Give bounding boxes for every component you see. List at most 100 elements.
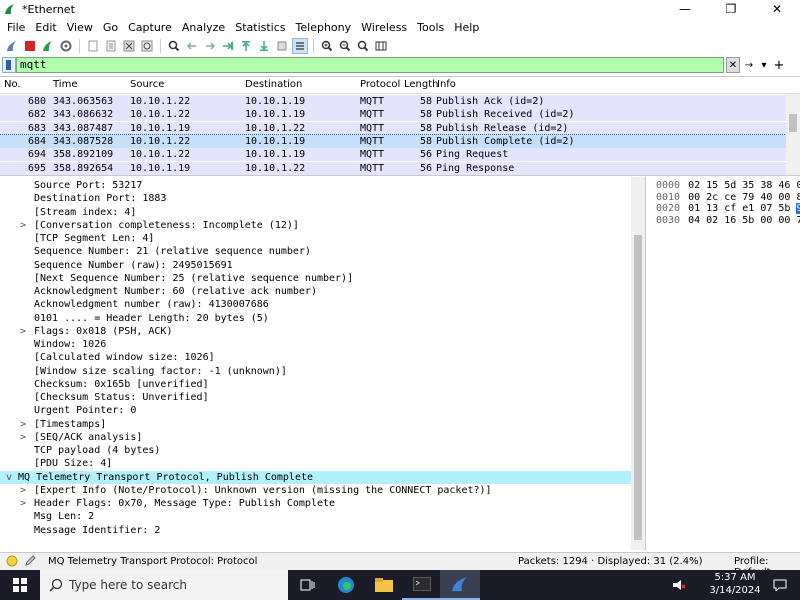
zoom-out-icon[interactable] (337, 38, 353, 54)
detail-line[interactable]: [PDU Size: 4] (0, 457, 632, 470)
arrow-right-icon[interactable]: → (742, 57, 756, 73)
menu-tools[interactable]: Tools (412, 21, 449, 34)
chevron-right-icon[interactable]: > (18, 497, 28, 510)
menu-telephony[interactable]: Telephony (291, 21, 357, 34)
network-status-icon[interactable] (668, 570, 690, 600)
detail-line[interactable]: > Header Flags: 0x70, Message Type: Publi… (0, 497, 632, 510)
packet-row[interactable]: 695 358.892654 10.10.1.19 10.10.1.22 MQTT 56 P… (0, 161, 786, 175)
detail-line[interactable]: 0101 .... = Header Length: 20 bytes (5) (0, 312, 632, 325)
column-info[interactable]: Info (437, 79, 456, 90)
packet-row[interactable]: 684 343.087528 10.10.1.22 10.10.1.19 MQTT 58 P… (0, 133, 787, 149)
add-filter-button[interactable]: + (772, 57, 786, 73)
resize-columns-icon[interactable] (373, 38, 389, 54)
wireshark-taskbar-icon[interactable] (440, 570, 480, 600)
find-packet-icon[interactable] (166, 38, 182, 54)
taskbar-clock[interactable]: 5:37 AM 3/14/2024 (706, 571, 764, 597)
detail-line[interactable]: [TCP Segment Len: 4] (0, 232, 632, 245)
detail-line[interactable]: > [SEQ/ACK analysis] (0, 431, 632, 444)
detail-line[interactable]: [Checksum Status: Unverified] (0, 391, 632, 404)
packet-row[interactable]: 680 343.063563 10.10.1.22 10.10.1.19 MQTT 58 P… (0, 95, 786, 108)
column-destination[interactable]: Destination (245, 79, 302, 90)
details-scrollbar[interactable] (631, 177, 645, 550)
restart-capture-icon[interactable] (40, 38, 56, 54)
autoscroll-icon[interactable] (274, 38, 290, 54)
column-length[interactable]: Length (404, 79, 439, 90)
menu-capture[interactable]: Capture (123, 21, 177, 34)
detail-line[interactable]: Sequence Number (raw): 2495015691 (0, 259, 632, 272)
minimize-button[interactable]: — (662, 0, 708, 18)
menu-analyze[interactable]: Analyze (177, 21, 230, 34)
close-button[interactable]: ✕ (754, 0, 800, 18)
close-file-icon[interactable] (121, 38, 137, 54)
go-back-icon[interactable] (184, 38, 200, 54)
capture-options-icon[interactable] (58, 38, 74, 54)
menu-statistics[interactable]: Statistics (230, 21, 290, 34)
detail-line[interactable]: [Calculated window size: 1026] (0, 351, 632, 364)
taskbar-search-box[interactable]: Type here to search (40, 570, 288, 600)
chevron-right-icon[interactable]: > (18, 219, 28, 232)
detail-line[interactable]: Urgent Pointer: 0 (0, 404, 632, 417)
detail-line[interactable]: > [Timestamps] (0, 418, 632, 431)
column-no[interactable]: No. (4, 79, 21, 90)
detail-line[interactable]: [Next Sequence Number: 25 (relative sequ… (0, 272, 632, 285)
capture-comment-icon[interactable] (24, 555, 36, 570)
column-protocol[interactable]: Protocol (360, 79, 400, 90)
column-source[interactable]: Source (130, 79, 164, 90)
chevron-down-icon[interactable]: v (4, 471, 14, 484)
detail-line[interactable]: Acknowledgment Number: 60 (relative ack … (0, 285, 632, 298)
detail-line[interactable]: Source Port: 53217 (0, 179, 632, 192)
packet-list-scrollbar[interactable] (786, 94, 800, 175)
start-capture-icon[interactable] (4, 38, 20, 54)
chevron-right-icon[interactable]: > (18, 484, 28, 497)
detail-line[interactable]: Msg Len: 2 (0, 510, 632, 523)
detail-line[interactable]: TCP payload (4 bytes) (0, 444, 632, 457)
detail-line[interactable]: > [Conversation completeness: Incomplete … (0, 219, 632, 232)
chevron-right-icon[interactable]: > (18, 325, 28, 338)
task-view-icon[interactable] (288, 570, 328, 600)
detail-line[interactable]: v MQ Telemetry Transport Protocol, Publis… (0, 470, 632, 484)
bytes-line[interactable]: 0030 04 02 16 5b 00 00 70 (656, 214, 800, 227)
menu-go[interactable]: Go (98, 21, 123, 34)
detail-line[interactable]: [Window size scaling factor: -1 (unknown… (0, 365, 632, 378)
start-button[interactable] (0, 570, 40, 600)
chevron-right-icon[interactable]: > (18, 431, 28, 444)
open-file-icon[interactable] (85, 38, 101, 54)
packet-row[interactable]: 694 358.892109 10.10.1.22 10.10.1.19 MQTT 56 P… (0, 148, 786, 162)
go-to-packet-icon[interactable] (220, 38, 236, 54)
detail-line[interactable]: > Flags: 0x018 (PSH, ACK) (0, 325, 632, 338)
detail-line[interactable]: [Stream index: 4] (0, 206, 632, 219)
menu-wireless[interactable]: Wireless (356, 21, 412, 34)
zoom-normal-icon[interactable] (355, 38, 371, 54)
column-time[interactable]: Time (53, 79, 77, 90)
reload-file-icon[interactable] (139, 38, 155, 54)
menu-help[interactable]: Help (449, 21, 484, 34)
menu-edit[interactable]: Edit (30, 21, 61, 34)
go-forward-icon[interactable] (202, 38, 218, 54)
notification-icon[interactable] (766, 570, 794, 600)
chevron-right-icon[interactable]: > (18, 418, 28, 431)
detail-line[interactable]: Acknowledgment number (raw): 4130007686 (0, 298, 632, 311)
detail-line[interactable]: Destination Port: 1883 (0, 192, 632, 205)
detail-line[interactable]: Sequence Number: 21 (relative sequence n… (0, 245, 632, 258)
detail-line[interactable]: > [Expert Info (Note/Protocol): Unknown v… (0, 484, 632, 497)
expert-info-icon[interactable] (6, 555, 18, 570)
detail-line[interactable]: Checksum: 0x165b [unverified] (0, 378, 632, 391)
edge-browser-icon[interactable] (326, 570, 366, 600)
packet-row[interactable]: 682 343.086632 10.10.1.22 10.10.1.19 MQTT 58 P… (0, 108, 786, 122)
menu-view[interactable]: View (62, 21, 98, 34)
go-first-icon[interactable] (238, 38, 254, 54)
terminal-icon[interactable] (402, 570, 442, 600)
colorize-icon[interactable] (292, 38, 308, 54)
detail-line[interactable]: Window: 1026 (0, 338, 632, 351)
chevron-down-icon[interactable]: ▾ (758, 57, 770, 73)
packet-row[interactable]: 683 343.087487 10.10.1.19 10.10.1.22 MQTT 58 P… (0, 121, 786, 135)
close-icon[interactable]: ✕ (726, 57, 740, 73)
save-file-icon[interactable] (103, 38, 119, 54)
menu-file[interactable]: File (2, 21, 30, 34)
zoom-in-icon[interactable] (319, 38, 335, 54)
display-filter-input[interactable]: mqtt (16, 57, 724, 73)
file-explorer-icon[interactable] (364, 570, 404, 600)
bookmark-icon[interactable] (2, 57, 16, 73)
go-last-icon[interactable] (256, 38, 272, 54)
stop-capture-icon[interactable] (22, 38, 38, 54)
